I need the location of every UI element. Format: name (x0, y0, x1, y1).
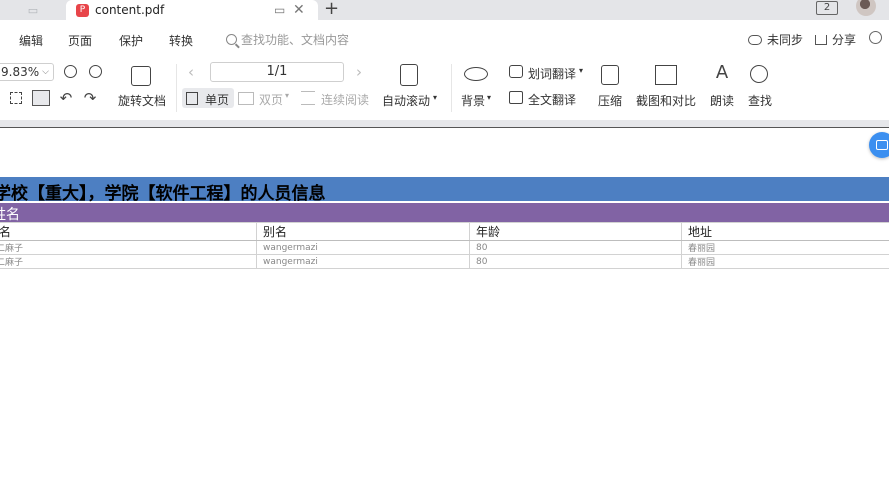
gear-icon (869, 31, 882, 44)
background-button[interactable]: 背景 (461, 92, 485, 109)
full-translate-icon (509, 91, 523, 104)
share-label: 分享 (832, 33, 857, 47)
table-cell: wangermazi (256, 254, 470, 269)
continuous-read-icon (301, 91, 315, 105)
table-header-row: 姓名 别名 年龄 地址 (0, 222, 889, 241)
word-translate-button[interactable]: 划词翻译 (528, 65, 576, 82)
fit-page-icon[interactable] (10, 92, 22, 104)
feature-search[interactable]: 查找功能、文档内容 (226, 31, 349, 48)
sync-status-button[interactable]: 未同步 (748, 31, 803, 48)
pdf-file-icon: P (76, 3, 89, 17)
column-header: 地址 (681, 222, 889, 241)
previous-page-icon[interactable]: ‹ (188, 64, 194, 80)
table-row: 王二麻子 wangermazi 80 春丽园 (0, 240, 889, 255)
document-title-bar: 学校【重大】，学院【软件工程】的人员信息 (0, 177, 889, 204)
chevron-down-icon: ⌵ (42, 67, 49, 77)
chevron-down-icon: ▾ (433, 93, 438, 102)
home-tab[interactable]: ▭ (8, 0, 58, 20)
close-tab-icon[interactable]: ✕ (293, 0, 305, 20)
double-page-button[interactable]: 双页 (259, 91, 283, 108)
toolbar: 9.83% ⌵ ↶ ↷ 旋转文档 ‹ 1/1 › 单页 双页 ▾ 连续阅读 自动… (0, 58, 889, 120)
compress-button[interactable]: 压缩 (598, 92, 622, 109)
tab-bar: ▭ P content.pdf ▭ ✕ + 2 (0, 0, 889, 20)
table-cell: 80 (469, 254, 682, 269)
search-icon (750, 65, 768, 83)
eye-icon (464, 67, 488, 81)
table-cell: 王二麻子 (0, 254, 257, 269)
table-cell: 春丽园 (681, 254, 889, 269)
section-label: 姓名 (0, 207, 20, 223)
tab-title: content.pdf (95, 3, 165, 17)
toolbar-divider-strip (0, 120, 889, 127)
new-tab-button[interactable]: + (324, 0, 339, 19)
zoom-select[interactable]: 9.83% ⌵ (0, 63, 54, 81)
people-table: 姓名 别名 年龄 地址 王二麻子 wangermazi 80 春丽园 王二麻子 … (0, 222, 889, 269)
auto-scroll-icon (400, 64, 418, 86)
menu-edit[interactable]: 编辑 (19, 32, 43, 49)
auto-scroll-button[interactable]: 自动滚动 (382, 92, 430, 109)
zoom-out-icon[interactable] (64, 65, 77, 78)
menu-protect[interactable]: 保护 (119, 32, 143, 49)
table-row: 王二麻子 wangermazi 80 春丽园 (0, 254, 889, 269)
zoom-value: 9.83% (1, 65, 40, 79)
table-cell: 王二麻子 (0, 240, 257, 255)
user-avatar[interactable] (856, 0, 876, 16)
table-cell: wangermazi (256, 240, 470, 255)
menu-convert[interactable]: 转换 (169, 32, 193, 49)
chevron-down-icon: ▾ (579, 66, 584, 75)
word-translate-icon (509, 65, 523, 78)
column-header: 年龄 (469, 222, 682, 241)
document-title: 学校【重大】，学院【软件工程】的人员信息 (0, 184, 326, 204)
table-cell: 春丽园 (681, 240, 889, 255)
chevron-down-icon: ▾ (285, 91, 290, 100)
search-icon (226, 34, 237, 45)
chevron-down-icon: ▾ (487, 93, 492, 102)
cloud-icon (748, 34, 762, 45)
menu-bar: 编辑 页面 保护 转换 查找功能、文档内容 未同步 分享 (0, 20, 889, 58)
page-number-input[interactable]: 1/1 (210, 62, 344, 82)
single-page-icon (186, 92, 198, 105)
table-cell: 80 (469, 240, 682, 255)
zoom-in-icon[interactable] (89, 65, 102, 78)
section-header-bar: 姓名 (0, 203, 889, 223)
share-button[interactable]: 分享 (815, 31, 856, 48)
window-count-badge[interactable]: 2 (816, 1, 838, 15)
toolbar-divider (451, 64, 452, 112)
double-page-icon (238, 92, 254, 105)
toolbar-divider (176, 64, 177, 112)
rotate-left-icon[interactable]: ↶ (58, 90, 74, 106)
rotate-document-button[interactable]: 旋转文档 (118, 92, 166, 109)
rotate-right-icon[interactable]: ↷ (82, 90, 98, 106)
sync-label: 未同步 (767, 33, 804, 47)
search-placeholder: 查找功能、文档内容 (241, 33, 350, 47)
monitor-icon: ▭ (27, 3, 39, 17)
rotate-document-icon (131, 66, 151, 86)
next-page-icon[interactable]: › (356, 64, 362, 80)
compress-icon (601, 65, 619, 85)
menu-page[interactable]: 页面 (68, 32, 92, 49)
screenshot-compare-icon (655, 65, 677, 85)
full-translate-button[interactable]: 全文翻译 (528, 91, 576, 108)
floating-comment-button[interactable] (869, 132, 889, 158)
read-aloud-button[interactable]: 朗读 (710, 92, 734, 109)
continuous-read-button[interactable]: 连续阅读 (321, 91, 369, 108)
fit-width-icon[interactable] (32, 90, 50, 106)
read-aloud-icon: A (715, 62, 729, 83)
pin-window-icon[interactable]: ▭ (274, 0, 285, 20)
single-page-button[interactable]: 单页 (205, 91, 229, 108)
column-header: 姓名 (0, 222, 257, 241)
column-header: 别名 (256, 222, 470, 241)
find-button[interactable]: 查找 (748, 92, 772, 109)
screenshot-compare-button[interactable]: 截图和对比 (636, 92, 696, 109)
page-edge-line (0, 127, 889, 128)
share-icon (815, 34, 827, 45)
settings-button[interactable] (869, 31, 882, 44)
